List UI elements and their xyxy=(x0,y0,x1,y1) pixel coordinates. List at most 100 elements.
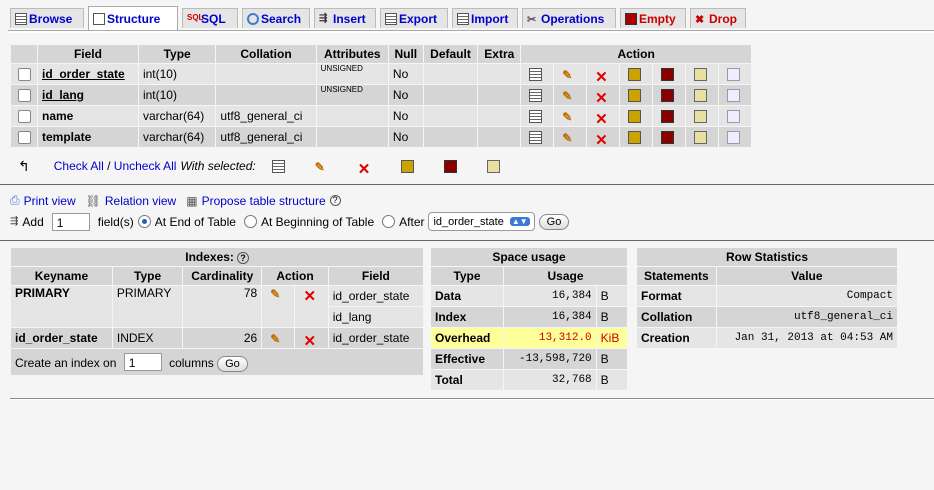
stat-name: Format xyxy=(637,286,716,306)
tab-search[interactable]: Search xyxy=(242,8,310,28)
edit-index-icon[interactable]: ✎ xyxy=(270,287,283,301)
field-null: No xyxy=(388,127,423,147)
change-icon[interactable]: ✎ xyxy=(562,131,575,145)
unique-icon[interactable] xyxy=(661,110,675,124)
index-cardinality: 78 xyxy=(183,286,262,327)
fulltext-icon[interactable] xyxy=(726,110,740,124)
unique-icon[interactable] xyxy=(661,68,675,82)
field-name-link[interactable]: id_order_state xyxy=(38,64,138,84)
unique-selected-icon[interactable] xyxy=(443,159,457,173)
create-index-go-button[interactable]: Go xyxy=(217,356,248,372)
at-beginning-radio[interactable] xyxy=(243,215,257,228)
index-icon[interactable] xyxy=(694,68,707,82)
browse-distinct-icon[interactable] xyxy=(529,110,543,124)
browse-selected-icon[interactable] xyxy=(271,159,285,173)
after-radio[interactable] xyxy=(382,215,396,228)
primary-key-icon[interactable] xyxy=(628,131,642,145)
with-selected-bar: ↰ Check All / Uncheck All With selected:… xyxy=(18,158,504,178)
tab-export[interactable]: Export xyxy=(380,8,448,28)
index-selected-icon[interactable] xyxy=(486,159,500,173)
tab-empty[interactable]: Empty xyxy=(620,8,686,28)
browse-distinct-icon[interactable] xyxy=(529,68,543,82)
tab-import[interactable]: Import xyxy=(452,8,518,28)
unique-icon[interactable] xyxy=(661,131,675,145)
index-icon[interactable] xyxy=(694,89,707,103)
stat-name: Creation xyxy=(637,328,716,348)
relation-view-link[interactable]: Relation view xyxy=(105,194,176,208)
tab-browse[interactable]: Browse xyxy=(10,8,84,28)
row-checkbox[interactable] xyxy=(17,68,31,82)
row-checkbox[interactable] xyxy=(17,131,31,145)
index-icon[interactable] xyxy=(694,110,707,124)
index-columns-input[interactable]: 1 xyxy=(123,353,162,371)
row-checkbox[interactable] xyxy=(17,110,31,124)
primary-key-icon[interactable] xyxy=(628,68,642,82)
change-selected-icon[interactable]: ✎ xyxy=(315,160,328,174)
drop-icon[interactable]: ✕ xyxy=(595,131,608,149)
add-field-form: ⇶ Add 1 field(s) At End of Table At Begi… xyxy=(10,212,570,231)
separator: / xyxy=(103,159,114,173)
drop-icon[interactable]: ✕ xyxy=(595,68,608,86)
select-arrow-icon: ▲▼ xyxy=(509,217,530,226)
fulltext-icon[interactable] xyxy=(726,68,740,82)
table-row: id_order_state int(10) UNSIGNED No ✎ ✕ xyxy=(11,64,751,86)
change-icon[interactable]: ✎ xyxy=(562,68,575,82)
primary-selected-icon[interactable] xyxy=(400,159,414,173)
index-icon[interactable] xyxy=(694,131,707,145)
drop-index-icon[interactable]: ✕ xyxy=(303,287,316,305)
at-end-label: At End of Table xyxy=(154,214,236,229)
field-name: name xyxy=(38,106,138,126)
after-field-select[interactable]: id_order_state ▲▼ xyxy=(428,212,535,231)
fulltext-icon[interactable] xyxy=(726,89,740,103)
field-type: varchar(64) xyxy=(138,106,216,126)
edit-index-icon[interactable]: ✎ xyxy=(270,332,283,346)
propose-structure-link[interactable]: Propose table structure xyxy=(202,194,326,208)
browse-distinct-icon[interactable] xyxy=(529,89,543,103)
col-usage: Usage xyxy=(504,267,627,285)
change-icon[interactable]: ✎ xyxy=(562,110,575,124)
tab-insert[interactable]: ⇶ Insert xyxy=(314,8,376,28)
space-unit: KiB xyxy=(596,328,627,348)
operations-icon: ✂ xyxy=(527,13,537,26)
primary-key-icon[interactable] xyxy=(628,89,642,103)
row-checkbox[interactable] xyxy=(17,89,31,103)
at-end-radio[interactable] xyxy=(137,215,151,228)
help-icon[interactable]: ? xyxy=(329,195,341,206)
add-field-go-button[interactable]: Go xyxy=(538,213,570,230)
tab-operations[interactable]: ✂ Operations xyxy=(522,8,616,28)
table-row: Collation utf8_general_ci xyxy=(637,307,897,327)
primary-key-icon[interactable] xyxy=(628,110,642,124)
browse-distinct-icon[interactable] xyxy=(529,131,543,145)
import-icon xyxy=(457,12,469,25)
check-all-link[interactable]: Check All xyxy=(54,159,104,173)
sql-icon: SQL xyxy=(187,12,204,22)
drop-icon[interactable]: ✕ xyxy=(595,89,608,107)
drop-icon[interactable]: ✕ xyxy=(595,110,608,128)
index-type: PRIMARY xyxy=(112,286,183,327)
tab-structure[interactable]: Structure xyxy=(88,6,178,30)
col-extra: Extra xyxy=(478,45,521,63)
change-icon[interactable]: ✎ xyxy=(562,89,575,103)
help-icon[interactable]: ? xyxy=(237,252,249,264)
uncheck-all-link[interactable]: Uncheck All xyxy=(114,159,177,173)
index-type: INDEX xyxy=(112,328,183,348)
after-label: After xyxy=(399,214,425,229)
field-count-input[interactable]: 1 xyxy=(51,212,90,231)
field-collation: utf8_general_ci xyxy=(216,106,316,126)
print-view-link[interactable]: Print view xyxy=(24,194,76,208)
space-type: Index xyxy=(431,307,504,327)
table-row: Effective -13,598,720 B xyxy=(431,349,627,369)
tab-sql[interactable]: SQL SQL xyxy=(182,8,238,28)
index-field: id_order_state xyxy=(328,286,423,306)
fulltext-icon[interactable] xyxy=(726,131,740,145)
at-beginning-label: At Beginning of Table xyxy=(260,214,375,229)
drop-index-icon[interactable]: ✕ xyxy=(303,332,316,350)
space-usage-title: Space usage xyxy=(431,248,627,266)
drop-selected-icon[interactable]: ✕ xyxy=(358,160,371,178)
unique-icon[interactable] xyxy=(661,89,675,103)
tab-drop[interactable]: ✖ Drop xyxy=(690,8,746,28)
add-label: Add xyxy=(22,214,44,229)
field-name-link[interactable]: id_lang xyxy=(38,85,138,105)
space-unit: B xyxy=(596,370,627,390)
col-keyname: Keyname xyxy=(11,267,112,285)
